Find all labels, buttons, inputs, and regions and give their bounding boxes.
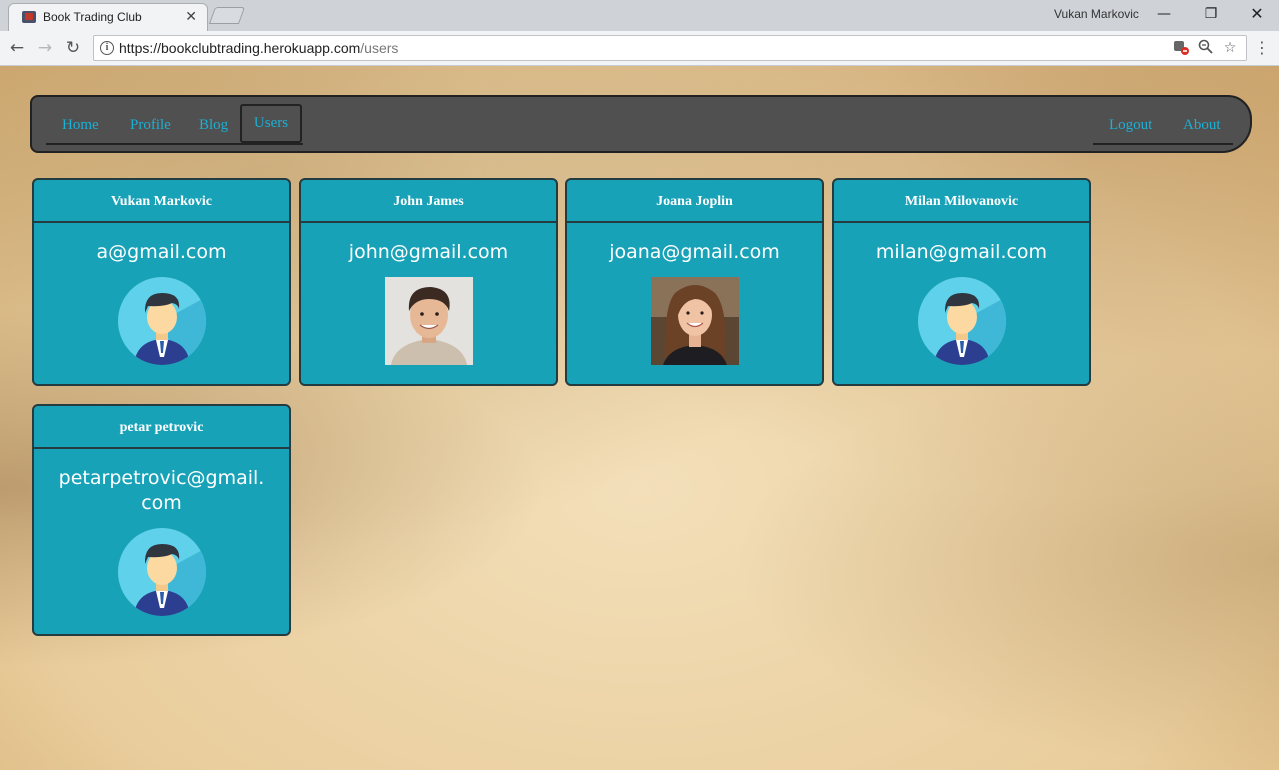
browser-profile-name[interactable]: Vukan Markovic: [1054, 7, 1139, 21]
browser-tab[interactable]: Book Trading Club ✕: [8, 3, 208, 31]
restore-icon[interactable]: ❐: [1188, 0, 1234, 30]
url-path: /users: [360, 40, 399, 56]
user-email: milan@gmail.com: [875, 241, 1048, 263]
new-tab-button[interactable]: [208, 7, 246, 24]
tab-title: Book Trading Club: [43, 10, 142, 24]
navbar-divider-right: [1093, 143, 1233, 145]
user-name: Joana Joplin: [567, 180, 822, 223]
close-tab-icon[interactable]: ✕: [185, 8, 197, 25]
reload-icon[interactable]: ↻: [62, 37, 84, 59]
user-name: petar petrovic: [34, 406, 289, 449]
navbar-divider-left: [46, 143, 303, 145]
extension-icon[interactable]: [1172, 39, 1190, 57]
user-email: joana@gmail.com: [609, 241, 780, 263]
user-name: Vukan Markovic: [34, 180, 289, 223]
default-avatar-icon: [117, 528, 206, 616]
user-name: Milan Milovanovic: [834, 180, 1089, 223]
user-name: John James: [301, 180, 556, 223]
user-card[interactable]: Joana Joplin joana@gmail.com: [565, 178, 824, 386]
nav-logout-link[interactable]: Logout: [1109, 117, 1152, 134]
back-arrow-icon[interactable]: ←: [6, 37, 28, 59]
nav-blog-link[interactable]: Blog: [199, 117, 228, 134]
book-favicon-icon: [22, 11, 36, 23]
browser-titlebar: Book Trading Club ✕ Vukan Markovic — ❐ ✕: [0, 0, 1279, 31]
url-text[interactable]: https://bookclubtrading.herokuapp.com/us…: [119, 40, 398, 56]
user-card[interactable]: Milan Milovanovic milan@gmail.com: [832, 178, 1091, 386]
nav-profile-link[interactable]: Profile: [130, 117, 171, 134]
user-photo-woman: [650, 277, 739, 365]
user-card[interactable]: Vukan Markovic a@gmail.com: [32, 178, 291, 386]
default-avatar-icon: [917, 277, 1006, 365]
forward-arrow-icon[interactable]: →: [34, 37, 56, 59]
user-email: a@gmail.com: [96, 241, 227, 263]
user-email: petarpetrovic@gmail.com: [58, 467, 265, 514]
default-avatar-icon: [117, 277, 206, 365]
info-icon[interactable]: i: [100, 41, 114, 55]
star-icon[interactable]: ☆: [1221, 39, 1239, 57]
url-host: https://bookclubtrading.herokuapp.com: [119, 40, 361, 56]
minimize-icon[interactable]: —: [1141, 0, 1187, 30]
page-content: Home Profile Blog Users Logout About Vuk…: [0, 66, 1279, 770]
site-navbar: Home Profile Blog Users Logout About: [30, 95, 1252, 153]
zoom-icon[interactable]: [1196, 39, 1214, 57]
address-bar[interactable]: i https://bookclubtrading.herokuapp.com/…: [93, 35, 1247, 61]
nav-users-link[interactable]: Users: [240, 104, 302, 143]
user-email: john@gmail.com: [348, 241, 509, 263]
user-card[interactable]: petar petrovic petarpetrovic@gmail.com: [32, 404, 291, 636]
nav-home-link[interactable]: Home: [62, 117, 99, 134]
browser-toolbar: ← → ↻ i https://bookclubtrading.herokuap…: [0, 31, 1279, 66]
user-card[interactable]: John James john@gmail.com: [299, 178, 558, 386]
user-photo-man: [384, 277, 473, 365]
menu-icon[interactable]: ⋮: [1254, 37, 1270, 59]
close-window-icon[interactable]: ✕: [1234, 0, 1279, 30]
nav-about-link[interactable]: About: [1183, 117, 1221, 134]
